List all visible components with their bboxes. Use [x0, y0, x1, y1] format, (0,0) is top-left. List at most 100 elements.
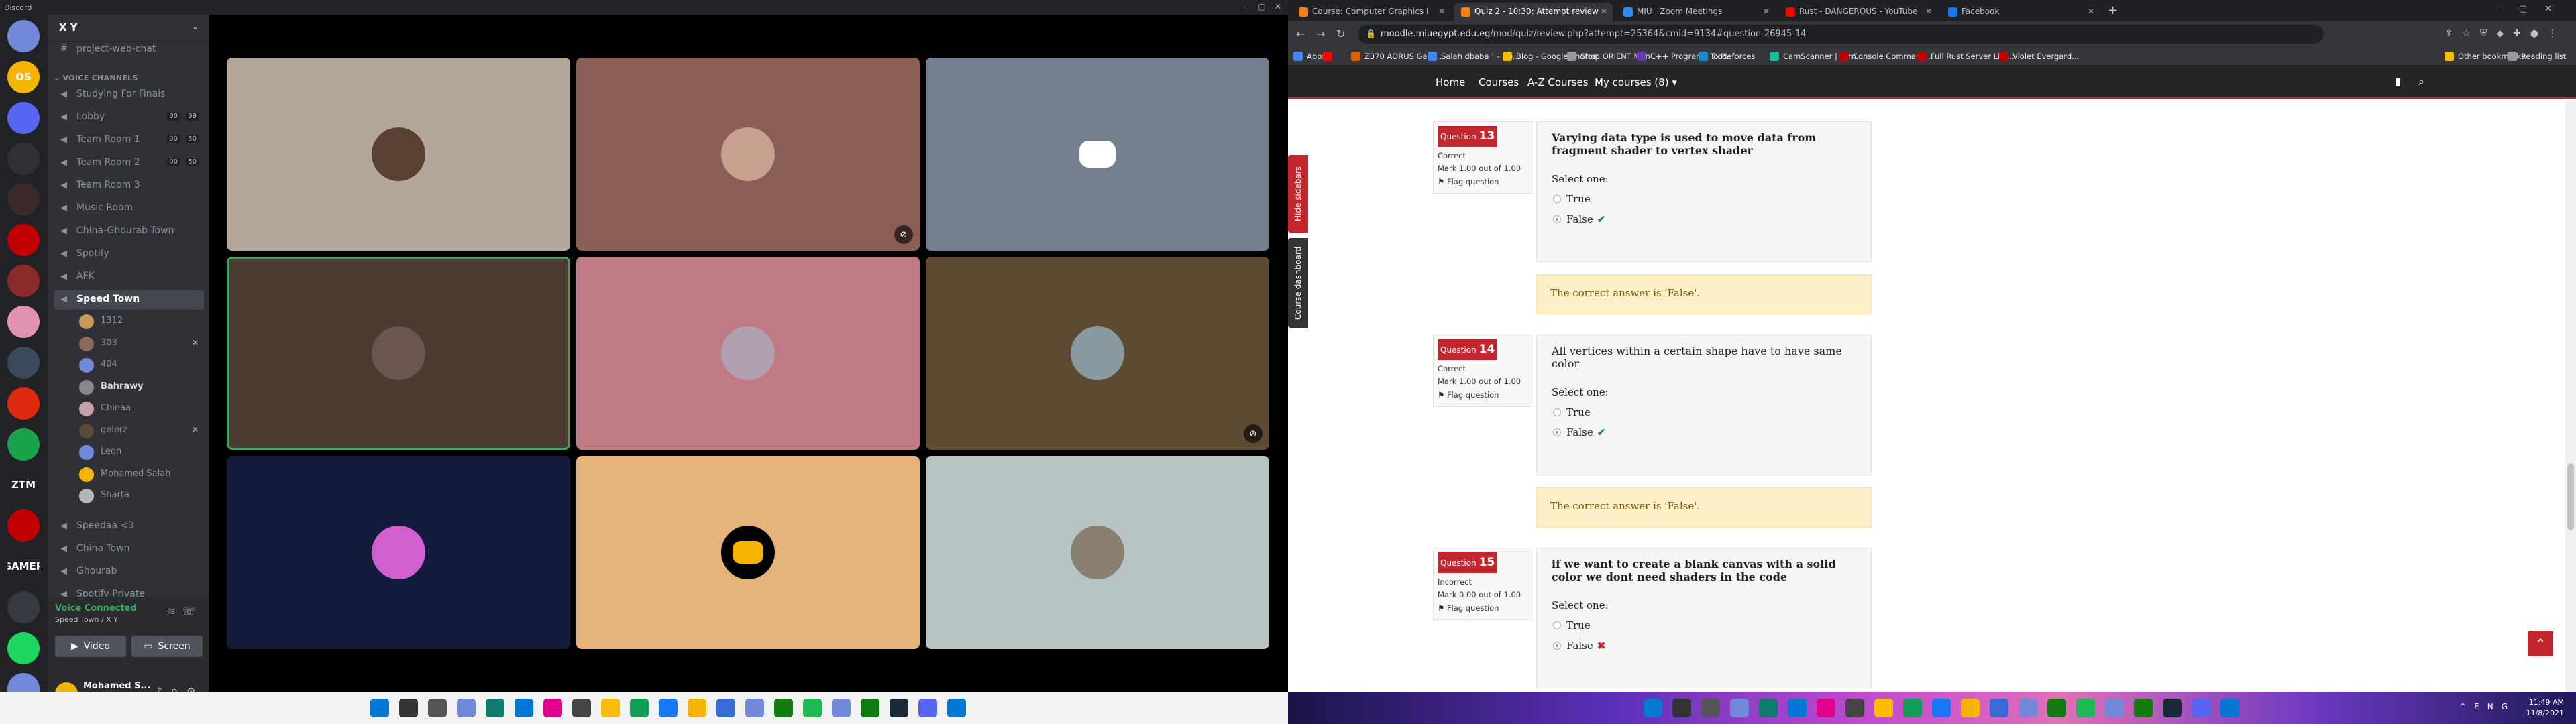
radio-button[interactable]	[1553, 642, 1561, 650]
server-icon[interactable]: ZTM	[7, 469, 40, 501]
start-icon[interactable]	[1644, 699, 1662, 717]
video-button[interactable]: ▶ Video	[55, 636, 126, 657]
answer-option-true[interactable]: True	[1552, 406, 1856, 418]
voice-member[interactable]: Sharta	[75, 485, 203, 505]
close-icon[interactable]: ✕	[1273, 2, 1283, 11]
office-icon[interactable]	[1817, 699, 1835, 717]
zoom-icon[interactable]	[2220, 699, 2239, 717]
voice-channel-name[interactable]: Speed Town / X Y	[55, 615, 118, 624]
close-icon[interactable]: ✕	[1925, 7, 1932, 16]
close-icon[interactable]: ✕	[1438, 7, 1445, 16]
steam-icon[interactable]	[2163, 699, 2182, 717]
extension-icon[interactable]: ◆	[2496, 28, 2513, 39]
reload-icon[interactable]: ↻	[1336, 27, 1345, 40]
chrome-icon[interactable]	[601, 699, 620, 717]
radio-button[interactable]	[1553, 215, 1561, 223]
voice-member[interactable]: Mohamed Salah	[75, 464, 203, 484]
video-tile[interactable]	[576, 456, 920, 649]
steam-icon[interactable]	[572, 699, 591, 717]
bookmark-icon[interactable]: ▮	[2395, 75, 2418, 88]
browser-tab[interactable]: Rust - DANGEROUS - YouTube ✕	[1779, 3, 1937, 21]
server-icon[interactable]	[7, 183, 40, 216]
address-bar[interactable]: 🔒 moodle.miuegypt.edu.eg/mod/quiz/review…	[1358, 25, 2324, 44]
server-icon[interactable]	[7, 224, 40, 257]
server-icon[interactable]	[7, 631, 40, 664]
browser-tab[interactable]: Quiz 2 - 10:30: Attempt review ✕	[1454, 3, 1613, 21]
start-icon[interactable]	[370, 699, 389, 717]
video-tile[interactable]	[576, 257, 920, 450]
voice-member[interactable]: Leon	[75, 442, 203, 462]
folder-icon[interactable]	[688, 699, 706, 717]
xbox-icon[interactable]	[861, 699, 879, 717]
file-explorer-icon[interactable]	[1903, 699, 1922, 717]
server-header[interactable]: X Y ⌄	[48, 15, 209, 42]
folder-icon[interactable]	[1961, 699, 1980, 717]
scrollbar[interactable]	[2565, 101, 2576, 724]
chrome-icon[interactable]	[1874, 699, 1893, 717]
radio-button[interactable]	[1553, 428, 1561, 436]
nav-home[interactable]: Home	[1436, 76, 1465, 88]
close-icon[interactable]: ✕	[1763, 7, 1770, 16]
answer-option-true[interactable]: True	[1552, 619, 1856, 631]
maximize-icon[interactable]: ▢	[2519, 4, 2544, 14]
answer-option-true[interactable]: True	[1552, 193, 1856, 205]
video-tile[interactable]	[227, 456, 570, 649]
shield-icon[interactable]: ⛨	[2480, 28, 2497, 39]
bookmark[interactable]: Violet Evergard...	[1999, 52, 2079, 61]
video-tile[interactable]	[227, 257, 570, 450]
video-tile[interactable]	[926, 58, 1269, 251]
share-icon[interactable]: ⇪	[2445, 28, 2462, 39]
video-tile[interactable]: ⊘	[926, 257, 1269, 450]
steam-icon[interactable]	[1845, 699, 1864, 717]
server-icon[interactable]: OS	[7, 60, 40, 93]
server-icon[interactable]	[7, 265, 40, 298]
voice-channel[interactable]: ◀ Ghourab	[54, 562, 204, 582]
notes-icon[interactable]	[659, 699, 678, 717]
voice-channel[interactable]: ◀ AFK	[54, 267, 204, 287]
flag-question-link[interactable]: ⚑ Flag question	[1438, 602, 1527, 615]
nav-courses[interactable]: Courses	[1479, 76, 1519, 88]
close-icon[interactable]: ✕	[1601, 7, 1607, 16]
voice-channel[interactable]: ◀ Team Room 2 00 50	[54, 153, 204, 173]
zoom-icon[interactable]	[947, 699, 966, 717]
edge-icon[interactable]	[486, 699, 504, 717]
bookmark[interactable]: Codeforces	[1699, 52, 1755, 61]
task-view-icon[interactable]	[1701, 699, 1720, 717]
notes-icon[interactable]	[1932, 699, 1951, 717]
radio-button[interactable]	[1553, 621, 1561, 629]
chat-icon[interactable]	[457, 699, 476, 717]
voice-channel[interactable]: ◀ Music Room	[54, 198, 204, 219]
profile-icon[interactable]: ●	[2530, 28, 2548, 39]
store-icon[interactable]	[1788, 699, 1807, 717]
spotify-icon[interactable]	[2076, 699, 2095, 717]
screen-button[interactable]: ▭ Screen	[131, 636, 203, 657]
task-view-icon[interactable]	[428, 699, 447, 717]
edge-icon[interactable]	[1759, 699, 1778, 717]
maximize-icon[interactable]: ▢	[1257, 2, 1267, 11]
text-channel[interactable]: # project-web-chat	[54, 43, 204, 56]
discord-icon[interactable]	[832, 699, 851, 717]
bookmark[interactable]: Reading list	[2508, 52, 2566, 61]
close-icon[interactable]: ✕	[2544, 4, 2569, 14]
voice-member[interactable]: 303 ✕	[75, 333, 203, 353]
radio-button[interactable]	[1553, 195, 1561, 203]
file-explorer-icon[interactable]	[630, 699, 649, 717]
voice-channel[interactable]: ◀ Team Room 3	[54, 176, 204, 196]
store-icon[interactable]	[515, 699, 533, 717]
nav-az-courses[interactable]: A-Z Courses	[1527, 76, 1589, 88]
server-icon[interactable]	[7, 509, 40, 542]
bookmark[interactable]: Apps	[1293, 52, 1326, 61]
new-tab-icon[interactable]: +	[2108, 3, 2118, 17]
clock[interactable]: 11:49 AM 11/8/2021	[2526, 697, 2564, 719]
browser-tab[interactable]: Facebook ✕	[1941, 3, 2100, 21]
back-icon[interactable]: ←	[1296, 27, 1305, 40]
discord-icon[interactable]	[745, 699, 764, 717]
voice-member[interactable]: Chinaa	[75, 398, 203, 418]
minimize-icon[interactable]: –	[1241, 2, 1250, 11]
server-icon[interactable]	[7, 428, 40, 461]
menu-icon[interactable]: ⋮	[2548, 28, 2567, 39]
answer-option-false[interactable]: False ✔	[1552, 213, 1856, 225]
discord-icon[interactable]	[2192, 699, 2210, 717]
answer-option-false[interactable]: False ✖	[1552, 640, 1856, 652]
chat-icon[interactable]	[1730, 699, 1749, 717]
